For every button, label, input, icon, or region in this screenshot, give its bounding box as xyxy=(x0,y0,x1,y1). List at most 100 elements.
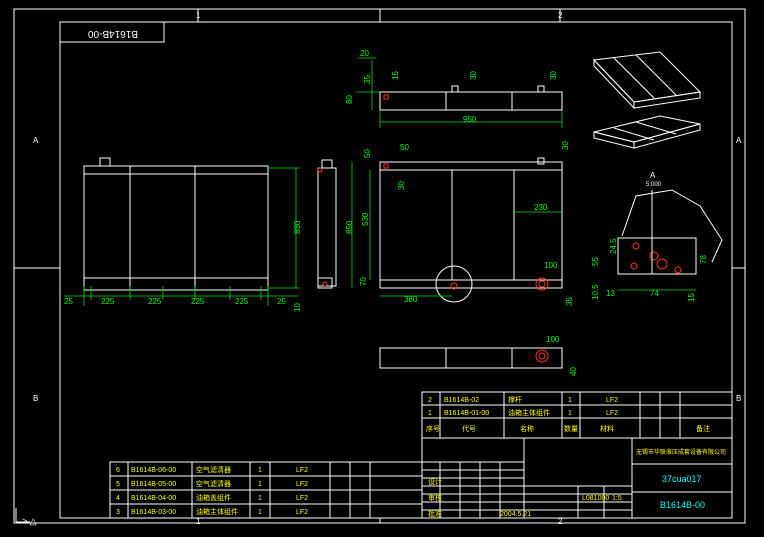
main-view: 380 230 100 35 50 50 30 30 850 530 70 xyxy=(345,141,574,306)
front-bottom-dim-2: 225 xyxy=(148,297,162,306)
title-product: 37cua017 xyxy=(662,474,702,484)
bottom-100-label: 100 xyxy=(546,335,560,344)
left-row-4-no: 4 xyxy=(116,495,120,502)
title-date: 2004.5.21 xyxy=(500,511,531,518)
left-row-5-mat: LF2 xyxy=(296,481,308,488)
iso-views xyxy=(592,51,702,149)
title-drawing-no: B1614B-00 xyxy=(660,500,705,510)
title-approver: 批准 xyxy=(428,509,442,518)
left-row-5-no: 5 xyxy=(116,481,120,488)
left-row-4-name: 油箱盖组件 xyxy=(196,493,231,502)
parts-header-remark: 备注 xyxy=(696,424,710,433)
left-row-5-qty: 1 xyxy=(258,481,262,488)
parts-row-2-mat: LF2 xyxy=(606,410,618,417)
zone-label-top-1: 1 xyxy=(196,11,201,20)
detail-55-label: 55 xyxy=(591,257,600,266)
parts-row-1-no: 2 xyxy=(428,397,432,404)
side-70-label: 70 xyxy=(359,277,368,286)
parts-header-code: 代号 xyxy=(462,424,476,433)
left-row-4-code: B1614B-04-00 xyxy=(131,495,176,502)
parts-header-no: 序号 xyxy=(426,424,440,433)
detail-24-5-label: 24.5 xyxy=(609,238,618,254)
title-block: 无锡市华联液压成套设备有限公司 37cua017 B1614B-00 L0810… xyxy=(421,437,733,519)
detail-15-label: 15 xyxy=(687,293,696,302)
left-row-3-mat: LF2 xyxy=(296,509,308,516)
top-30-label-b: 30 xyxy=(549,71,558,80)
left-row-6-name: 空气滤清器 xyxy=(196,465,231,474)
top-20-label: 20 xyxy=(360,49,369,58)
detail-10-5-label: 10.5 xyxy=(591,284,600,300)
main-380-label: 380 xyxy=(404,295,418,304)
front-bottom-dim-5: 25 xyxy=(277,297,286,306)
left-row-6-mat: LF2 xyxy=(296,467,308,474)
left-row-3-no: 3 xyxy=(116,509,120,516)
zone-label-right-A: A xyxy=(736,136,742,145)
parts-row-2-qty: 1 xyxy=(568,410,572,417)
parts-row-2-code: B1614B-01-00 xyxy=(444,410,489,417)
main-230-label: 230 xyxy=(534,203,548,212)
parts-row-1-mat: LF2 xyxy=(606,397,618,404)
left-row-5-name: 空气滤清器 xyxy=(196,479,231,488)
main-30b-label: 30 xyxy=(561,141,570,150)
detail-label: A xyxy=(650,171,656,180)
top-view: 950 20 35 15 30 30 80 xyxy=(345,49,563,128)
top-35-label: 35 xyxy=(363,75,372,84)
main-30a-label: 30 xyxy=(397,181,406,190)
parts-header-name: 名称 xyxy=(520,424,534,433)
parts-row-1-code: B1614B-02 xyxy=(444,397,479,404)
zone-label-right-B: B xyxy=(736,394,741,403)
parts-row-2-no: 1 xyxy=(428,410,432,417)
detail-scale: 5:000 xyxy=(646,182,662,188)
main-50a-label: 50 xyxy=(363,149,372,158)
bottom-view: 100 40 xyxy=(379,335,578,376)
detail-78-label: 78 xyxy=(699,255,708,264)
cad-drawing-canvas[interactable]: 1 2 1 2 A B A B B1614B-00 830 25 225 225… xyxy=(0,0,764,537)
front-bottom-dim-1: 225 xyxy=(101,297,115,306)
side-view xyxy=(317,159,337,289)
left-row-4-mat: LF2 xyxy=(296,495,308,502)
parts-row-1-name: 撑杆 xyxy=(508,395,522,404)
left-row-3-qty: 1 xyxy=(258,509,262,516)
zone-label-left-A: A xyxy=(33,136,39,145)
title-weight: L081000 xyxy=(582,495,609,502)
front-bottom-dim-4: 225 xyxy=(235,297,249,306)
drawing-frame xyxy=(59,21,733,519)
detail-13-label: 13 xyxy=(606,289,615,298)
parts-header-qty: 数量 xyxy=(564,424,578,433)
main-35-label: 35 xyxy=(565,297,574,306)
title-ratio: 1:5 xyxy=(612,495,622,502)
bottom-40-label: 40 xyxy=(569,367,578,376)
parts-row-1-qty: 1 xyxy=(568,397,572,404)
left-row-5-code: B1614B-05-00 xyxy=(131,481,176,488)
left-row-4-qty: 1 xyxy=(258,495,262,502)
top-15-label: 15 xyxy=(391,71,400,80)
left-parts-table: 6 B1614B-06-00 空气滤清器 1 LF2 5 B1614B-05-0… xyxy=(109,461,423,519)
detail-view-a: A 5:000 24.5 55 78 10.5 13 74 15 xyxy=(591,171,723,302)
zone-label-top-2: 2 xyxy=(558,11,563,20)
parts-table: 2 B1614B-02 撑杆 1 LF2 1 B1614B-01-00 油箱主体… xyxy=(421,391,733,439)
front-bottom-dim-3: 225 xyxy=(191,297,205,306)
main-50b-label: 50 xyxy=(400,143,409,152)
left-row-3-code: B1614B-03-00 xyxy=(131,509,176,516)
parts-header-mat: 材料 xyxy=(600,424,614,433)
command-prompt[interactable]: > △ xyxy=(22,516,37,527)
parts-row-2-name: 油箱主体组件 xyxy=(508,408,550,417)
side-850-label: 850 xyxy=(345,220,354,234)
left-row-6-code: B1614B-06-00 xyxy=(131,467,176,474)
top-950-label: 950 xyxy=(463,115,477,124)
drawing-number-text: B1614B-00 xyxy=(88,28,138,39)
left-row-6-no: 6 xyxy=(116,467,120,474)
title-company: 无锡市华联液压成套设备有限公司 xyxy=(636,448,726,456)
title-checker: 审核 xyxy=(428,493,442,502)
title-designer: 设计 xyxy=(428,477,442,486)
front-right-small-dim: 10 xyxy=(293,303,302,312)
side-530-label: 530 xyxy=(361,212,370,226)
left-row-6-qty: 1 xyxy=(258,467,262,474)
front-height-label: 830 xyxy=(293,220,302,234)
top-80-label: 80 xyxy=(345,95,354,104)
top-30-label-a: 30 xyxy=(469,71,478,80)
front-view: 830 25 225 225 225 225 25 10 xyxy=(64,157,302,312)
zone-label-left-B: B xyxy=(33,394,38,403)
front-bottom-dim-0: 25 xyxy=(64,297,73,306)
main-100-label: 100 xyxy=(544,261,558,270)
